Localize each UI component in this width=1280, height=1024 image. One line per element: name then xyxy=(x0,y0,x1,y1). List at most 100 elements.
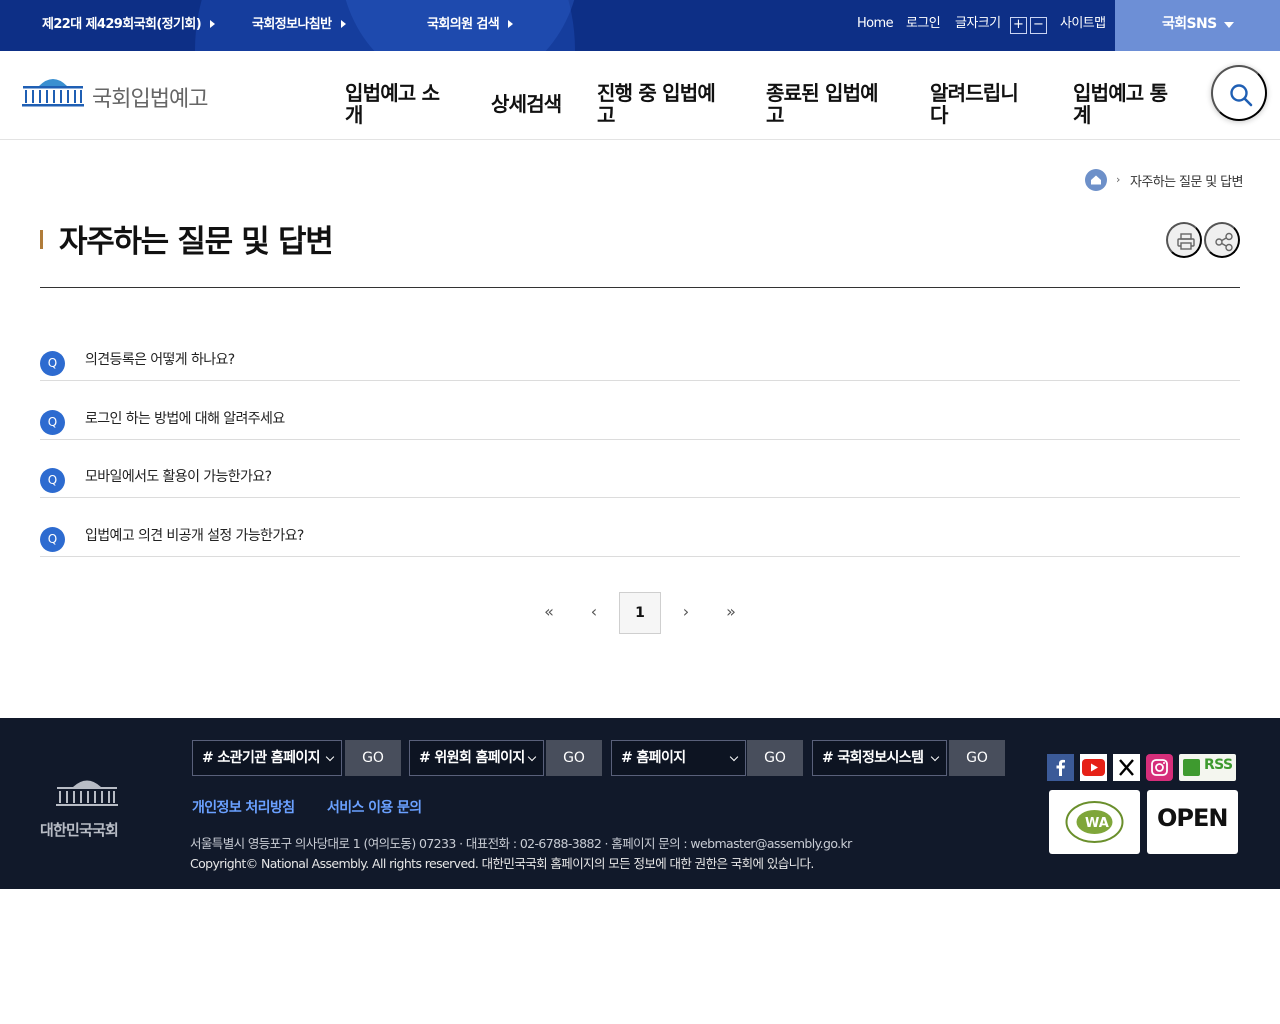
gnb-item-closed[interactable]: 종료된 입법예 고 xyxy=(766,81,879,127)
assembly-building-icon xyxy=(22,79,84,107)
faq-item[interactable]: Q 입법예고 의견 비공개 설정 가능한가요? xyxy=(40,498,1240,557)
gnb-item-ongoing[interactable]: 진행 중 입법예 고 xyxy=(597,81,716,127)
go-button[interactable]: GO xyxy=(949,740,1005,776)
go-button[interactable]: GO xyxy=(546,740,602,776)
privacy-policy-link[interactable]: 개인정보 처리방침 xyxy=(192,797,295,817)
chevron-down-icon xyxy=(930,752,940,762)
faq-question: 입법예고 의견 비공개 설정 가능한가요? xyxy=(85,528,304,544)
sitemap-link[interactable]: 사이트맵 xyxy=(1060,0,1106,51)
share-icon xyxy=(1215,232,1233,252)
committee-sites-select[interactable]: # 위원회 홈페이지 xyxy=(409,740,544,776)
gnb-item-notice[interactable]: 알려드립니 다 xyxy=(930,81,1019,127)
go-button[interactable]: GO xyxy=(345,740,401,776)
search-icon xyxy=(1230,84,1253,107)
sns-label: 국회SNS xyxy=(1162,16,1217,32)
gnb-label: 알려드립니 xyxy=(930,81,1019,105)
caret-right-icon xyxy=(508,20,514,28)
printer-icon xyxy=(1177,233,1195,250)
assembly-building-icon xyxy=(56,780,118,806)
chevron-down-icon xyxy=(729,752,739,762)
chevron-right-icon: › xyxy=(1116,173,1121,186)
breadcrumb-current: 자주하는 질문 및 답변 xyxy=(1130,175,1243,190)
go-button[interactable]: GO xyxy=(747,740,803,776)
breadcrumb-home[interactable] xyxy=(1085,169,1107,191)
site-logo[interactable]: 국회입법예고 xyxy=(22,69,222,119)
faq-item[interactable]: Q 로그인 하는 방법에 대해 알려주세요 xyxy=(40,381,1240,440)
title-divider xyxy=(40,287,1240,288)
gnb-label: 입법예고 소 xyxy=(345,81,440,105)
info-system-select[interactable]: # 국회정보시스템 xyxy=(812,740,947,776)
cert-open-text: OPEN xyxy=(1157,804,1228,832)
select-value: # 위원회 홈페이지 xyxy=(419,750,525,766)
homepage-select[interactable]: # 홈페이지 xyxy=(611,740,746,776)
font-increase-button[interactable]: + xyxy=(1010,17,1027,34)
gnb-item-stats[interactable]: 입법예고 통계 xyxy=(1073,81,1168,127)
faq-question: 모바일에서도 활용이 가능한가요? xyxy=(85,469,272,485)
topbar-link-session[interactable]: 제22대 제429회국회(정기회) xyxy=(42,0,216,51)
open-license-mark: OPEN xyxy=(1147,790,1238,854)
x-twitter-icon[interactable] xyxy=(1113,754,1140,781)
service-inquiry-link[interactable]: 서비스 이용 문의 xyxy=(327,797,422,817)
chevron-down-icon xyxy=(1224,22,1234,28)
question-badge: Q xyxy=(40,468,65,493)
top-utility-bar: 제22대 제429회국회(정기회) 국회정보나침반 국회의원 검색 Home 로… xyxy=(0,0,1280,51)
topbar-link-label: 국회정보나침반 xyxy=(252,17,332,32)
select-value: # 홈페이지 xyxy=(621,750,686,766)
print-button[interactable] xyxy=(1166,222,1202,258)
instagram-icon[interactable] xyxy=(1146,754,1173,781)
faq-item[interactable]: Q 모바일에서도 활용이 가능한가요? xyxy=(40,439,1240,498)
home-link[interactable]: Home xyxy=(857,0,894,51)
select-value: # 국회정보시스템 xyxy=(822,750,924,766)
topbar-link-member-search[interactable]: 국회의원 검색 xyxy=(427,0,514,51)
next-page-button[interactable]: › xyxy=(665,592,707,634)
gnb-label: 상세검색 xyxy=(491,92,562,116)
faq-item[interactable]: Q 의견등록은 어떻게 하나요? xyxy=(40,322,1240,381)
gnb-label: 개 xyxy=(345,103,363,127)
search-button[interactable] xyxy=(1211,65,1267,121)
last-page-button[interactable]: » xyxy=(710,592,752,634)
caret-right-icon xyxy=(210,20,216,28)
rss-label: RSS xyxy=(1204,757,1233,773)
faq-question: 로그인 하는 방법에 대해 알려주세요 xyxy=(85,411,285,427)
topbar-link-compass[interactable]: 국회정보나침반 xyxy=(252,0,346,51)
web-accessibility-mark: WA xyxy=(1049,790,1140,854)
page-number-current[interactable]: 1 xyxy=(619,592,661,634)
gnb-label: 고 xyxy=(766,103,784,127)
chevron-down-icon xyxy=(527,752,537,762)
prev-page-button[interactable]: ‹ xyxy=(573,592,615,634)
sns-dropdown[interactable]: 국회SNS xyxy=(1115,0,1280,51)
gnb-label: 계 xyxy=(1073,103,1091,127)
question-badge: Q xyxy=(40,351,65,376)
faq-question: 의견등록은 어떻게 하나요? xyxy=(85,352,235,368)
topbar-link-label: 국회의원 검색 xyxy=(427,17,500,32)
rss-icon xyxy=(1183,759,1200,776)
first-page-button[interactable]: « xyxy=(528,592,570,634)
gnb-label: 종료된 입법예 xyxy=(766,81,879,105)
page-title: 자주하는 질문 및 답변 xyxy=(59,224,334,260)
facebook-icon[interactable] xyxy=(1047,754,1074,781)
site-header: 국회입법예고 입법예고 소개 상세검색 진행 중 입법예 고 종료된 입법예 고 알… xyxy=(0,51,1280,140)
font-decrease-button[interactable]: − xyxy=(1030,17,1047,34)
select-value: # 소관기관 홈페이지 xyxy=(202,750,321,766)
footer-copyright: Copyright© National Assembly. All rights… xyxy=(190,856,814,871)
gnb-label: 진행 중 입법예 xyxy=(597,81,716,105)
chevron-down-icon xyxy=(325,752,335,762)
logo-text: 국회입법예고 xyxy=(92,87,208,112)
cert-wa-text: WA xyxy=(1085,816,1109,831)
gnb-label: 입법예고 통 xyxy=(1073,81,1168,105)
topbar-link-label: 제22대 제429회국회(정기회) xyxy=(42,17,202,32)
site-footer: 대한민국국회 # 소관기관 홈페이지 GO # 위원회 홈페이지 GO # 홈페… xyxy=(0,718,1280,889)
font-size-label: 글자크기 xyxy=(955,16,1001,31)
share-button[interactable] xyxy=(1204,222,1240,258)
gnb-item-detail-search[interactable]: 상세검색 xyxy=(491,92,562,116)
gnb-item-intro[interactable]: 입법예고 소개 xyxy=(345,81,440,127)
affiliated-sites-select[interactable]: # 소관기관 홈페이지 xyxy=(192,740,342,776)
login-link[interactable]: 로그인 xyxy=(906,0,941,51)
rss-button[interactable]: RSS xyxy=(1179,754,1236,781)
question-badge: Q xyxy=(40,527,65,552)
youtube-icon[interactable] xyxy=(1080,754,1107,781)
question-badge: Q xyxy=(40,410,65,435)
gnb-label: 다 xyxy=(930,103,948,127)
home-icon xyxy=(1091,175,1101,185)
gnb-label: 고 xyxy=(597,103,615,127)
